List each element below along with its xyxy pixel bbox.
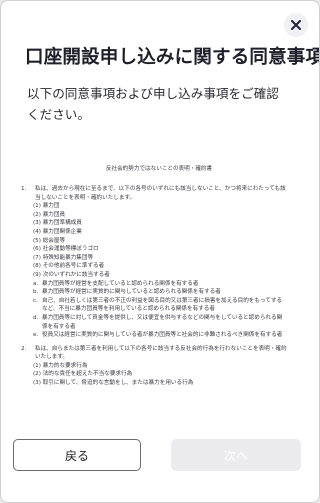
list-item: (7) 特殊知能暴力集団等 <box>33 254 94 261</box>
section-1-items: (1) 暴力団 (2) 暴力団員 (3) 暴力団準構成員 (4) 暴力団関係企業… <box>33 202 305 279</box>
close-button[interactable] <box>284 13 308 37</box>
section-text: 私は、自らまたは第三者を利用して以下の各号に該当する反社会的行為を行わないことを… <box>35 345 287 361</box>
list-item: (9) 次のいずれかに該当する者 <box>33 271 110 278</box>
sub-item-text: 自己、自社若しくは第三者の不正の利益を図る目的又は第三者に損害を加える目的をもっ… <box>42 297 283 313</box>
list-item: (2) 暴力団員 <box>33 211 66 218</box>
agreement-document: 1. 私は、過去から現在に至るまで、以下の各号のいずれにも該当しないこと、かつ将… <box>13 185 305 388</box>
list-item: (1) 暴力的な要求行為 <box>33 362 88 369</box>
sub-item-text: 暴力団員等が経営に実質的に関与していると認められる関係を有する者 <box>42 289 221 296</box>
sub-item: c. 自己、自社若しくは第三者の不正の利益を図る目的又は第三者に損害を加える目的… <box>33 297 305 314</box>
sub-item: e. 役員又は経営に実質的に関与している者が暴力団員等と社会的に非難されるべき関… <box>33 331 305 340</box>
section-number: 1. <box>21 186 27 192</box>
sub-item-mark: a. <box>33 280 39 287</box>
footer: 戻る 次へ <box>1 399 319 502</box>
list-item: (8) その他前各号に準ずる者 <box>33 263 105 270</box>
page-subtitle: 以下の同意事項および申し込み事項をご確認ください。 <box>27 86 279 122</box>
section-2-items: (1) 暴力的な要求行為 (2) 法的な責任を超えた不当な要求行為 (3) 取引… <box>33 362 305 388</box>
list-item: (4) 暴力団関係企業 <box>33 228 82 235</box>
list-item: (1) 暴力団 <box>33 203 60 210</box>
sub-item-text: 暴力団員等に対して資金等を提供し、又は便宜を供与するなどの関与をしていると認めら… <box>42 314 283 330</box>
next-button[interactable]: 次へ <box>171 439 301 471</box>
section-2: 2. 私は、自らまたは第三者を利用して以下の各号に該当する反社会的行為を行わない… <box>21 345 305 362</box>
sub-item-text: 暴力団員等が経営を支配していると認められる関係を有する者 <box>42 280 199 287</box>
list-item: (5) 総会屋等 <box>33 237 66 244</box>
agreement-scroll-area[interactable]: 反社会的勢力ではないことの表明・確約書 1. 私は、過去から現在に至るまで、以下… <box>13 146 305 396</box>
sub-item: a. 暴力団員等が経営を支配していると認められる関係を有する者 <box>33 280 305 289</box>
sub-item-mark: e. <box>33 332 39 339</box>
list-item: (3) 暴力団準構成員 <box>33 220 82 227</box>
sub-item-mark: c. <box>33 297 38 304</box>
close-x-icon <box>291 20 301 30</box>
consent-modal: 口座開設申し込みに関する同意事項 以下の同意事項および申し込み事項をご確認くださ… <box>0 0 320 503</box>
document-title: 反社会的勢力ではないことの表明・確約書 <box>105 166 213 172</box>
sub-item: d. 暴力団員等に対して資金等を提供し、又は便宜を供与するなどの関与をしていると… <box>33 314 305 331</box>
section-text: 私は、過去から現在に至るまで、以下の各号のいずれにも該当しないこと、かつ将来にわ… <box>35 186 286 201</box>
back-button[interactable]: 戻る <box>13 439 141 471</box>
list-item: (6) 社会運動等標ぼうゴロ <box>33 246 99 253</box>
sub-item-mark: b. <box>33 289 39 296</box>
section-number: 2. <box>21 345 27 352</box>
list-item: (3) 取引に関して、脅迫的な言動をし、または暴力を用いる行為 <box>33 380 194 387</box>
page-title: 口座開設申し込みに関する同意事項 <box>25 47 320 68</box>
sub-item-mark: d. <box>33 314 39 321</box>
sub-item: b. 暴力団員等が経営に実質的に関与していると認められる関係を有する者 <box>33 288 305 297</box>
list-item: (2) 法的な責任を超えた不当な要求行為 <box>33 371 133 378</box>
section-1: 1. 私は、過去から現在に至るまで、以下の各号のいずれにも該当しないこと、かつ将… <box>21 185 305 202</box>
sub-item-text: 役員又は経営に実質的に関与している者が暴力団員等と社会的に非難されるべき関係を有… <box>42 332 283 339</box>
